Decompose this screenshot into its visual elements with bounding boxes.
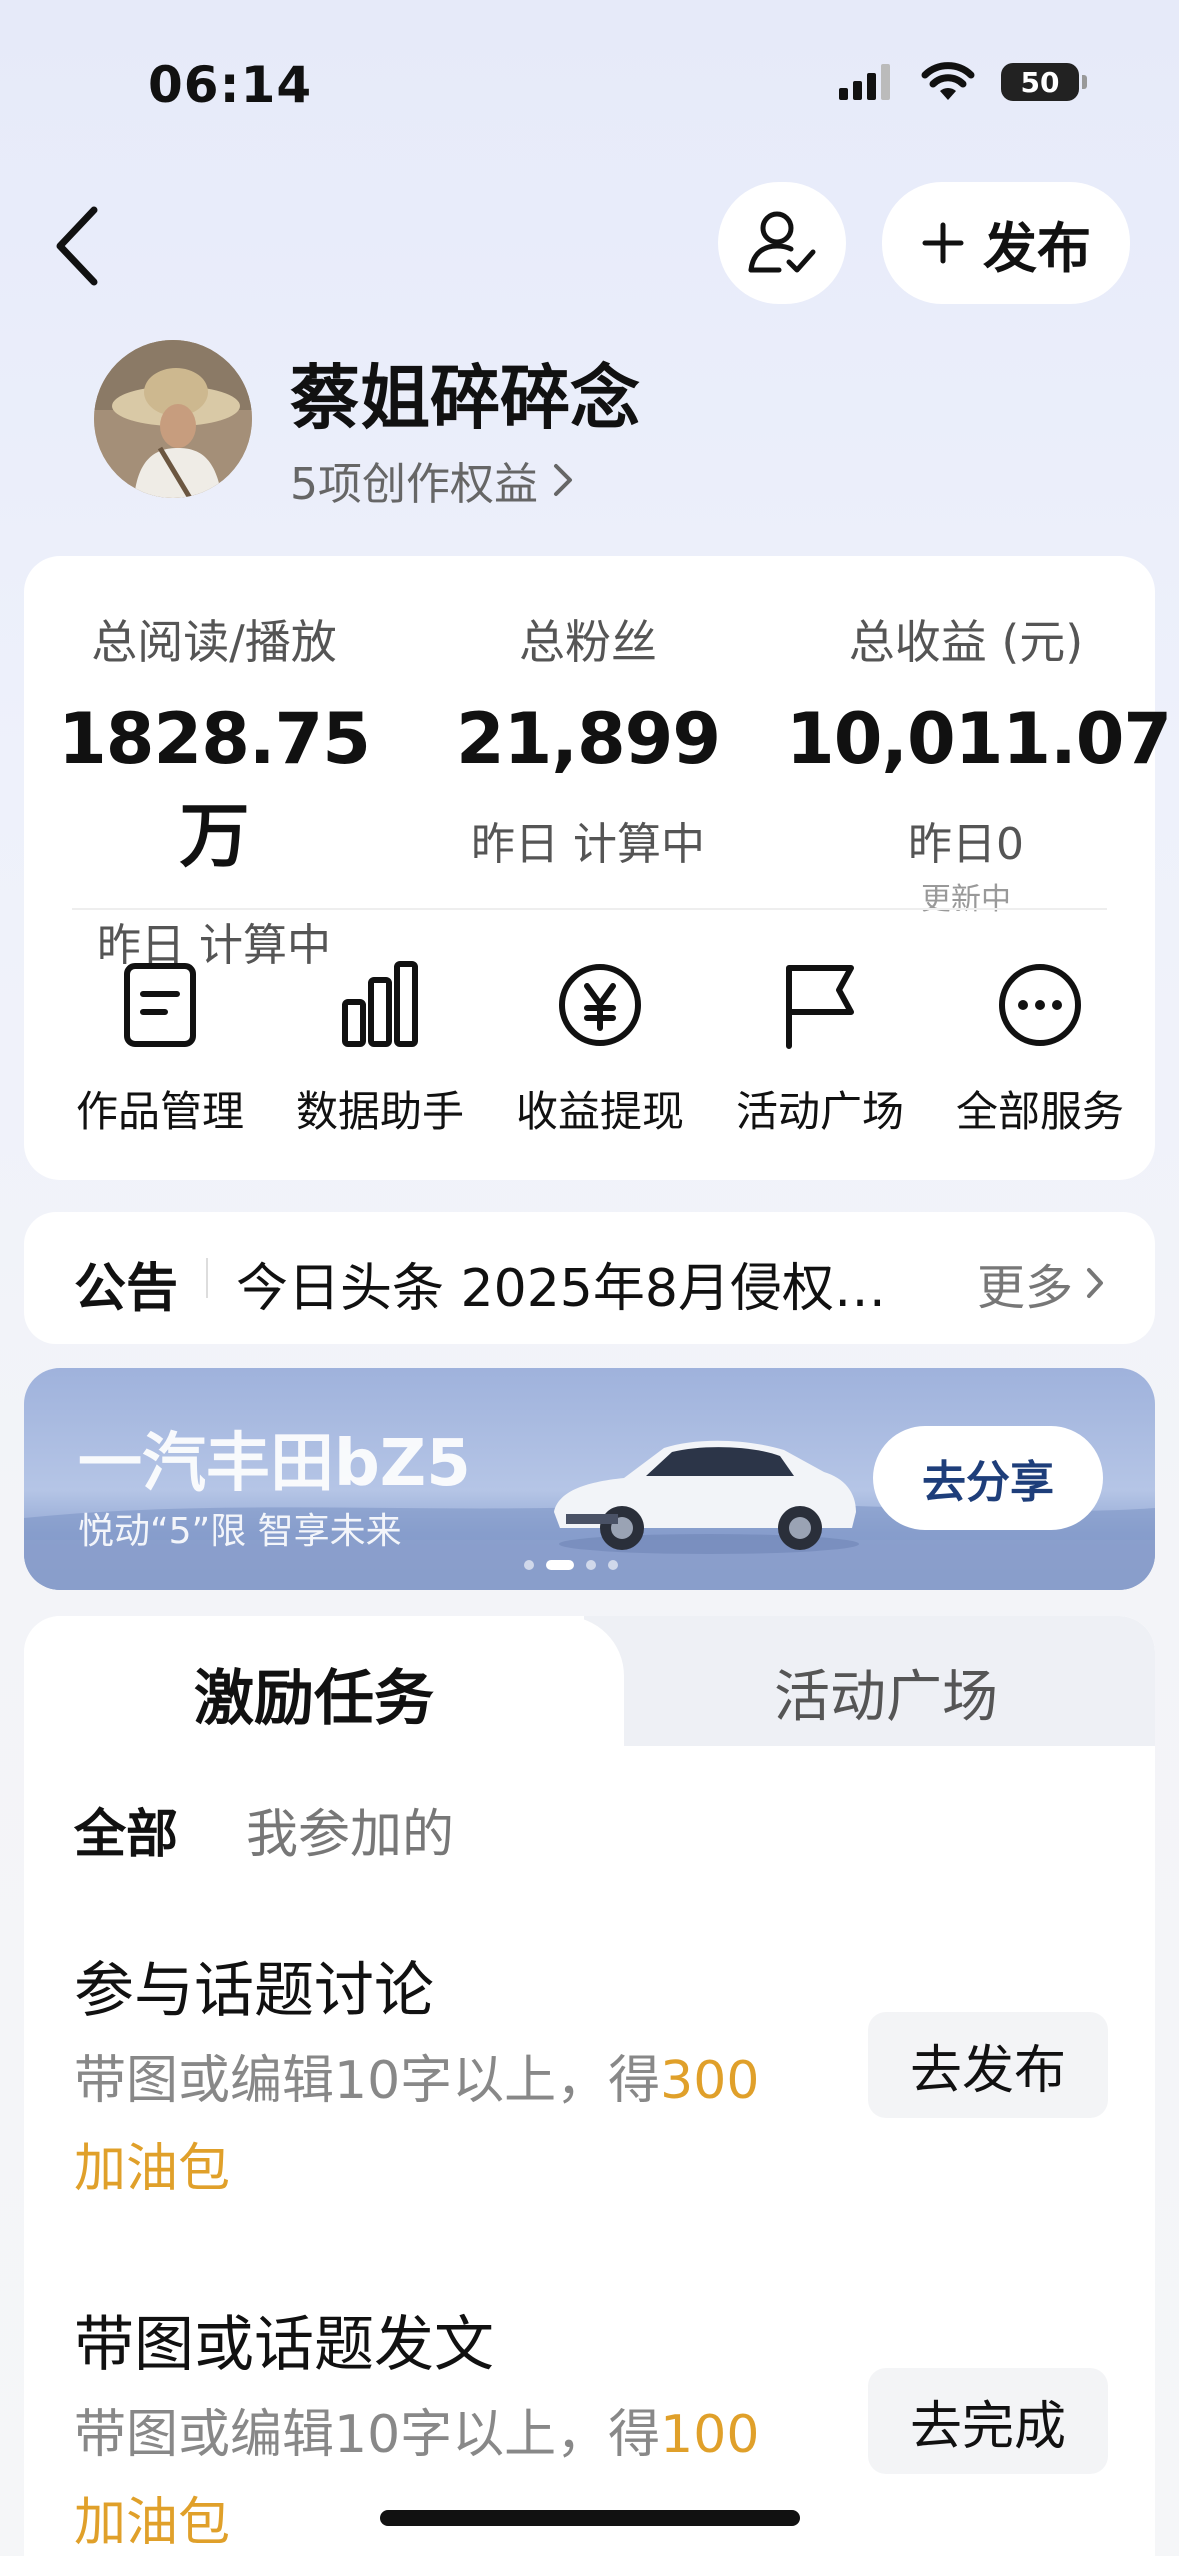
stat-fans[interactable]: 总粉丝 21,899 昨日 计算中 — [408, 606, 768, 872]
more-icon — [999, 964, 1081, 1046]
task-desc: 带图或编辑10字以上，得100 加油包 — [74, 2391, 874, 2556]
task-reward-unit: 加油包 — [74, 2139, 231, 2199]
tab-incentive[interactable]: 激励任务 — [24, 1616, 624, 1748]
stat-earnings[interactable]: 总收益 (元) 10,011.07 昨日0 更新中 — [786, 606, 1172, 918]
service-withdraw[interactable]: 收益提现 — [490, 960, 710, 1139]
service-label: 作品管理 — [75, 1087, 244, 1136]
profile-name: 蔡姐碎碎念 — [290, 357, 640, 439]
flag-icon — [786, 965, 854, 1049]
carousel-dots — [524, 1560, 618, 1570]
avatar-image — [94, 340, 252, 498]
task-desc: 带图或编辑10字以上，得300 加油包 — [74, 2037, 874, 2213]
service-label: 收益提现 — [515, 1087, 684, 1136]
wifi-icon — [921, 62, 975, 100]
tasks-panel: 激励任务 活动广场 全部 我参加的 参与话题讨论 带图或编辑10字以上，得300… — [24, 1616, 1155, 2556]
stat-sub: 昨日 计算中 — [471, 819, 705, 870]
notice-text: 今日头条 2025年8月侵权… — [236, 1259, 886, 1319]
publish-label: 发布 — [983, 216, 1091, 280]
tab-activity[interactable]: 活动广场 — [664, 1616, 1155, 1746]
service-activity[interactable]: 活动广场 — [710, 960, 930, 1139]
chevron-right-icon — [1087, 1268, 1103, 1298]
service-label: 全部服务 — [955, 1087, 1124, 1136]
battery-icon: 50 — [1001, 63, 1087, 101]
service-all[interactable]: 全部服务 — [930, 960, 1150, 1139]
benefits-label: 5项创作权益 — [290, 459, 538, 510]
document-icon — [124, 963, 196, 1047]
notice-bar[interactable]: 公告 今日头条 2025年8月侵权… 更多 — [24, 1212, 1155, 1344]
stat-label: 总阅读/播放 — [91, 615, 337, 669]
notice-more[interactable]: 更多 — [977, 1248, 1105, 1318]
divider — [72, 908, 1107, 910]
signal-icon — [839, 64, 890, 100]
promo-banner[interactable]: 一汽丰田bZ5 悦动“5”限 智享未来 去分享 — [24, 1368, 1155, 1590]
stat-label: 总粉丝 — [519, 615, 657, 669]
notice-divider — [206, 1258, 208, 1298]
stat-sub: 昨日0 — [908, 819, 1024, 870]
task-reward-unit: 加油包 — [74, 2493, 231, 2553]
filter-joined[interactable]: 我参加的 — [246, 1792, 454, 1867]
user-check-icon — [748, 211, 816, 273]
status-icons: 50 — [839, 62, 1087, 102]
publish-button[interactable]: 发布 — [882, 182, 1130, 304]
task-desc-text: 带图或编辑10字以上，得 — [74, 2051, 661, 2111]
share-button[interactable]: 去分享 — [873, 1426, 1103, 1530]
task-reward: 300 — [660, 2051, 760, 2111]
stat-value: 10,011.07 — [786, 698, 1172, 780]
service-label: 数据助手 — [295, 1087, 464, 1136]
carousel-dot[interactable] — [586, 1560, 596, 1570]
task-action-button[interactable]: 去完成 — [868, 2368, 1108, 2474]
car-image — [554, 1440, 859, 1554]
tab-label: 激励任务 — [194, 1664, 434, 1734]
service-label: 活动广场 — [735, 1087, 904, 1136]
chevron-right-icon — [554, 464, 572, 496]
plus-icon — [922, 222, 964, 264]
service-data[interactable]: 数据助手 — [270, 960, 490, 1139]
stat-label: 总收益 (元) — [848, 615, 1084, 669]
tab-label: 活动广场 — [774, 1665, 998, 1730]
stat-value: 1828.75万 — [58, 698, 371, 877]
status-time: 06:14 — [148, 56, 313, 114]
stat-value: 21,899 — [455, 698, 721, 780]
benefits-link[interactable]: 5项创作权益 — [290, 448, 574, 512]
banner-subtitle: 悦动“5”限 智享未来 — [78, 1511, 402, 1552]
more-label: 更多 — [976, 1260, 1073, 1316]
stat-reads[interactable]: 总阅读/播放 1828.75万 昨日 计算中 — [34, 606, 394, 973]
avatar[interactable] — [94, 340, 252, 498]
notice-title: 公告 — [74, 1259, 179, 1319]
stat-note: 更新中 — [921, 882, 1011, 917]
back-icon[interactable] — [52, 206, 102, 286]
carousel-dot[interactable] — [608, 1560, 618, 1570]
filter-all[interactable]: 全部 — [74, 1792, 178, 1867]
task-desc-text: 带图或编辑10字以上，得 — [74, 2405, 661, 2465]
bar-chart-icon — [342, 961, 418, 1047]
banner-title: 一汽丰田bZ5 — [78, 1427, 471, 1501]
user-follow-button[interactable] — [718, 182, 846, 304]
task-reward: 100 — [660, 2405, 760, 2465]
stats-card: 总阅读/播放 1828.75万 昨日 计算中 总粉丝 21,899 昨日 计算中… — [24, 556, 1172, 1180]
home-indicator[interactable] — [380, 2510, 800, 2526]
task-item: 参与话题讨论 带图或编辑10字以上，得300 加油包 去发布 — [74, 1942, 1114, 2213]
service-works[interactable]: 作品管理 — [50, 960, 270, 1139]
carousel-dot[interactable] — [524, 1560, 534, 1570]
yuan-icon — [559, 964, 641, 1046]
carousel-dot-active[interactable] — [546, 1560, 574, 1570]
task-action-button[interactable]: 去发布 — [868, 2012, 1108, 2118]
